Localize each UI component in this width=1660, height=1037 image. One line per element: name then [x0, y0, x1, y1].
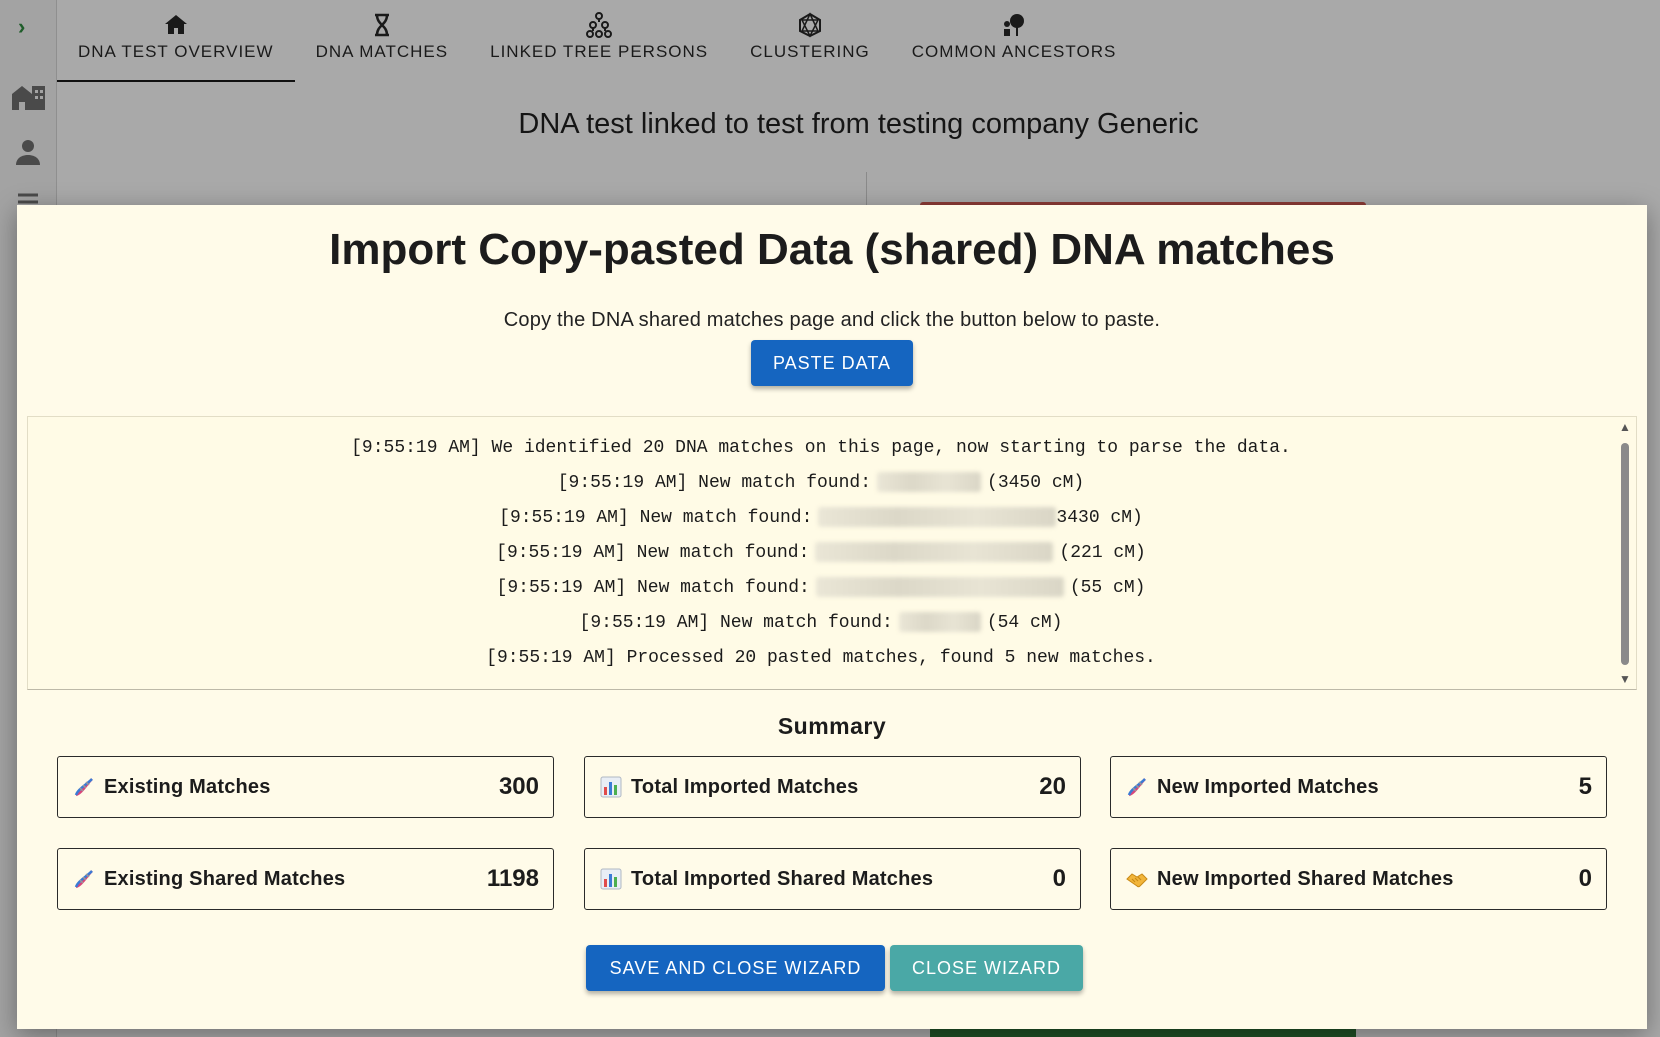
home-icon	[164, 15, 187, 34]
handshake-icon	[1126, 873, 1148, 888]
person-icon[interactable]	[10, 134, 46, 170]
tab-dna-test-overview[interactable]: DNA TEST OVERVIEW	[57, 0, 295, 82]
stat-existing-shared-matches: Existing Shared Matches 1198	[57, 848, 554, 910]
scrollbar-thumb[interactable]	[1621, 443, 1629, 665]
cluster-icon	[798, 12, 821, 38]
dna-icon	[1127, 778, 1146, 797]
import-log[interactable]: [9:55:19 AM] We identified 20 DNA matche…	[27, 416, 1637, 690]
log-scrollbar[interactable]: ▲ ▼	[1614, 417, 1636, 689]
bar-chart-icon	[600, 868, 622, 890]
redacted-name	[818, 507, 1057, 528]
tree-icon	[586, 12, 613, 38]
stat-new-imported-shared-matches: New Imported Shared Matches 0	[1110, 848, 1607, 910]
redacted-name	[877, 472, 982, 493]
stat-label: Existing Matches	[104, 775, 271, 798]
redacted-name	[815, 542, 1054, 563]
scroll-down-icon[interactable]: ▼	[1619, 673, 1631, 685]
tab-label: DNA TEST OVERVIEW	[78, 42, 274, 61]
dna-icon	[74, 778, 93, 797]
redacted-name	[898, 612, 981, 633]
top-navigation: DNA TEST OVERVIEW DNA MATCHES LINKED TRE…	[57, 0, 1660, 82]
redacted-name	[815, 577, 1064, 598]
log-line: [9:55:19 AM] New match found: 3430 cM)	[499, 507, 1143, 528]
paste-data-button[interactable]: PASTE DATA	[751, 340, 913, 386]
tab-label: DNA MATCHES	[315, 42, 449, 61]
summary-title: Summary	[777, 713, 887, 739]
stat-value: 20	[1039, 773, 1066, 800]
bar-chart-icon	[600, 776, 622, 798]
save-and-close-wizard-button[interactable]: SAVE AND CLOSE WIZARD	[586, 945, 885, 991]
dna-icon	[74, 870, 93, 889]
log-lines: [9:55:19 AM] We identified 20 DNA matche…	[28, 431, 1614, 676]
close-wizard-button[interactable]: CLOSE WIZARD	[890, 945, 1083, 991]
buildings-icon[interactable]	[10, 78, 46, 114]
chevron-right-icon[interactable]: ›	[18, 14, 25, 40]
tab-label: COMMON ANCESTORS	[911, 42, 1117, 61]
stat-label: New Imported Matches	[1157, 775, 1379, 798]
stat-total-imported-matches: Total Imported Matches 20	[584, 756, 1081, 818]
stat-total-imported-shared-matches: Total Imported Shared Matches 0	[584, 848, 1081, 910]
log-line: [9:55:19 AM] New match found: (54 cM)	[579, 612, 1063, 633]
stat-value: 0	[1578, 865, 1592, 892]
stat-label: Total Imported Shared Matches	[631, 867, 934, 890]
stat-new-imported-matches: New Imported Matches 5	[1110, 756, 1607, 818]
log-line: [9:55:19 AM] New match found: (3450 cM)	[557, 472, 1085, 493]
tab-dna-matches[interactable]: DNA MATCHES	[295, 0, 470, 82]
import-wizard-dialog: Import Copy-pasted Data (shared) DNA mat…	[17, 205, 1647, 1029]
log-line: [9:55:19 AM] Processed 20 pasted matches…	[486, 648, 1156, 668]
background-bar	[930, 1028, 1356, 1037]
ancestors-icon	[1004, 14, 1025, 36]
stat-label: New Imported Shared Matches	[1157, 867, 1454, 890]
scroll-up-icon[interactable]: ▲	[1619, 421, 1631, 433]
tab-common-ancestors[interactable]: COMMON ANCESTORS	[891, 0, 1138, 82]
stat-label: Existing Shared Matches	[104, 867, 346, 890]
log-line: [9:55:19 AM] We identified 20 DNA matche…	[351, 438, 1291, 458]
page-heading: DNA test linked to test from testing com…	[518, 108, 1199, 140]
stat-value: 1198	[486, 865, 539, 892]
stat-value: 5	[1578, 773, 1592, 800]
tab-linked-tree-persons[interactable]: LINKED TREE PERSONS	[469, 0, 729, 82]
dialog-title: Import Copy-pasted Data (shared) DNA mat…	[329, 225, 1335, 274]
log-line: [9:55:19 AM] New match found: (55 cM)	[496, 577, 1146, 598]
stat-value: 0	[1052, 865, 1066, 892]
dialog-instructions: Copy the DNA shared matches page and cli…	[503, 309, 1161, 331]
stat-existing-matches: Existing Matches 300	[57, 756, 554, 818]
tab-label: LINKED TREE PERSONS	[490, 42, 709, 61]
stat-label: Total Imported Matches	[631, 775, 859, 798]
tab-clustering[interactable]: CLUSTERING	[729, 0, 891, 82]
stat-value: 300	[498, 773, 539, 800]
log-line: [9:55:19 AM] New match found: (221 cM)	[496, 542, 1146, 563]
tab-label: CLUSTERING	[750, 42, 870, 61]
dna-icon	[374, 13, 389, 37]
